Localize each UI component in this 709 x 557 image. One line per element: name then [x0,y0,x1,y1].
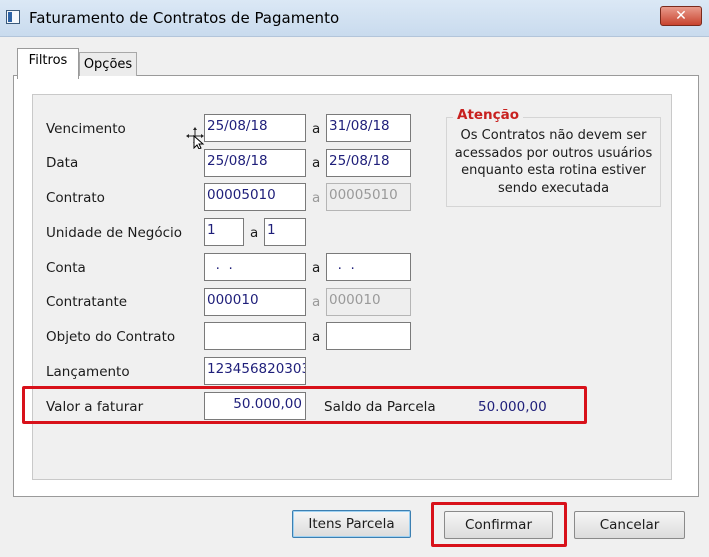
lancamento-input[interactable]: 123456820303 [204,357,306,385]
data-label: Data [46,155,79,171]
app-icon[interactable] [6,10,20,24]
objeto-contrato-label: Objeto do Contrato [46,329,176,345]
contrato-label: Contrato [46,190,105,206]
range-separator: a [312,155,321,171]
data-to-input[interactable]: 25/08/18 [326,149,411,177]
cancelar-button[interactable]: Cancelar [574,511,685,539]
attention-message: Os Contratos não devem ser acessados por… [447,127,660,197]
range-separator: a [312,260,321,276]
vencimento-to-input[interactable]: 31/08/18 [326,114,411,142]
objeto-contrato-to-input[interactable] [326,322,411,350]
contrato-to-input: 00005010 [326,183,411,211]
close-icon: ✕ [675,8,687,24]
itens-parcela-button[interactable]: Itens Parcela [292,510,411,538]
lancamento-label: Lançamento [46,364,130,380]
range-separator: a [250,225,259,241]
vencimento-label: Vencimento [46,121,126,137]
unidade-negocio-to-input[interactable]: 1 [264,218,306,246]
conta-from-input[interactable]: . . [204,253,306,281]
contratante-label: Contratante [46,294,128,310]
attention-line: enquanto esta rotina estiver [461,163,646,178]
range-separator-disabled: a [312,294,321,310]
conta-label: Conta [46,260,86,276]
tab-opcoes[interactable]: Opções [79,52,137,76]
attention-line: Os Contratos não devem ser [460,128,647,143]
range-separator-disabled: a [312,190,321,206]
close-button[interactable]: ✕ [660,6,702,26]
vencimento-from-input[interactable]: 25/08/18 [204,114,306,142]
attention-title: Atenção [453,107,524,123]
itens-parcela-label: Itens Parcela [308,516,395,532]
range-separator: a [312,329,321,345]
objeto-contrato-from-input[interactable] [204,322,306,350]
range-separator: a [312,121,321,137]
contratante-to-input: 000010 [326,288,411,316]
cancelar-label: Cancelar [599,517,660,533]
unidade-negocio-from-input[interactable]: 1 [204,218,244,246]
conta-to-input[interactable]: . . [326,253,411,281]
highlight-confirmar-box [431,502,567,547]
unidade-negocio-label: Unidade de Negócio [46,225,183,241]
tab-filtros[interactable]: Filtros [17,48,79,79]
data-from-input[interactable]: 25/08/18 [204,149,306,177]
window-title: Faturamento de Contratos de Pagamento [29,9,340,27]
move-cursor-icon [186,127,205,149]
highlight-valor-box [22,386,587,424]
contratante-from-input[interactable]: 000010 [204,288,306,316]
attention-line: sendo executada [497,180,610,196]
attention-line: acessados por outros usuários [454,145,653,161]
contrato-from-input[interactable]: 00005010 [204,183,306,211]
